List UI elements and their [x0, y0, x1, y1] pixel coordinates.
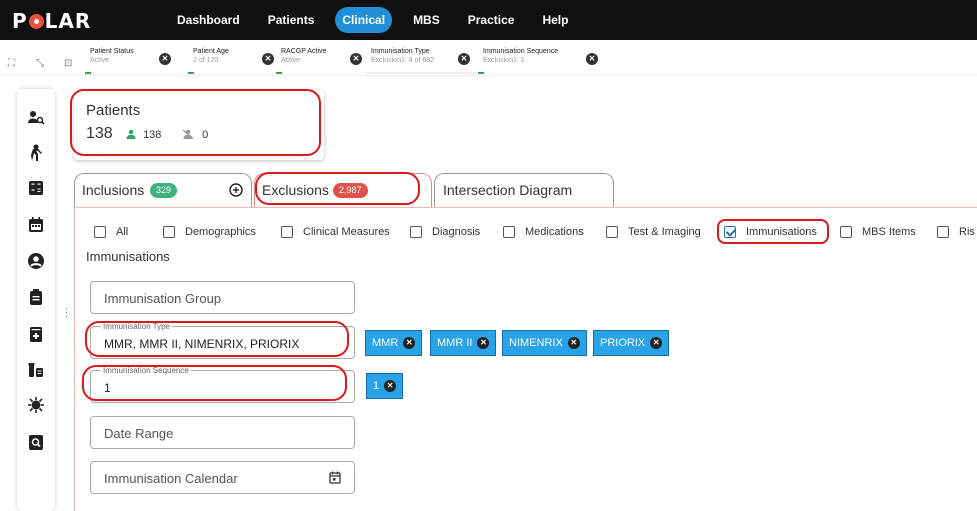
top-navbar: P LAR Dashboard Patients Clinical MBS Pra…	[0, 0, 977, 40]
nav-mbs[interactable]: MBS	[406, 7, 447, 33]
clipboard-icon[interactable]	[27, 288, 45, 306]
checkbox-label: Medications	[525, 226, 584, 238]
checkbox-mbs-items[interactable]: MBS Items	[840, 226, 916, 238]
user-circle-icon[interactable]	[27, 252, 45, 270]
type-tag-mmr[interactable]: MMR ✕	[365, 330, 423, 356]
main-nav: Dashboard Patients Clinical MBS Practice…	[170, 0, 589, 40]
sidebar	[17, 89, 55, 511]
filter-chip-indicator	[188, 72, 194, 74]
sequence-tag-1[interactable]: 1 ✕	[366, 373, 404, 399]
remove-tag-icon[interactable]: ✕	[384, 380, 397, 392]
calculator-icon[interactable]	[27, 179, 45, 197]
tag-label: MMR II	[437, 337, 473, 349]
add-circle-icon[interactable]	[229, 183, 243, 197]
type-tag-nimenrix[interactable]: NIMENRIX ✕	[502, 330, 587, 356]
checkbox[interactable]	[840, 226, 852, 238]
remove-tag-icon[interactable]: ✕	[567, 337, 580, 349]
remove-filter-icon[interactable]: ✕	[159, 53, 171, 65]
annotation-highlight	[82, 365, 347, 401]
remove-filter-icon[interactable]: ✕	[458, 53, 470, 65]
filter-toggle-icon[interactable]: ⊡	[64, 58, 76, 70]
checkbox[interactable]	[606, 226, 618, 238]
tab-label: Inclusions	[82, 182, 145, 198]
remove-filter-icon[interactable]: ✕	[586, 53, 598, 65]
resize-handle[interactable]: · · ·	[65, 304, 68, 322]
tag-label: NIMENRIX	[509, 337, 563, 349]
category-checkbox-row: All Demographics Clinical Measures Diagn…	[94, 226, 977, 242]
checkbox[interactable]	[94, 226, 106, 238]
remove-tag-icon[interactable]: ✕	[650, 337, 663, 349]
filter-chip-immunisation-sequence[interactable]: Immunisation Sequence Exclusion1: 1 ✕	[478, 44, 608, 74]
nav-dashboard[interactable]: Dashboard	[170, 7, 247, 33]
checkbox-test-imaging[interactable]: Test & Imaging	[606, 226, 701, 238]
filter-chip-immunisation-type[interactable]: Immunisation Type Exclusion1: 4 of 682 ✕	[366, 44, 476, 74]
checkbox-all[interactable]: All	[94, 226, 128, 238]
field-placeholder: Immunisation Calendar	[104, 471, 238, 486]
inclusions-count-badge: 329	[150, 183, 178, 198]
patient-walking-icon[interactable]	[27, 144, 45, 162]
tab-intersection-diagram[interactable]: Intersection Diagram	[434, 173, 614, 208]
immunisation-group-field[interactable]: Immunisation Group	[90, 281, 355, 314]
filter-chip-patient-status[interactable]: Patient Status Active ✕	[85, 44, 177, 74]
checkbox-demographics[interactable]: Demographics	[163, 226, 256, 238]
virus-icon[interactable]	[27, 396, 45, 414]
nav-practice[interactable]: Practice	[461, 7, 522, 33]
field-placeholder: Date Range	[104, 426, 174, 441]
section-title: Immunisations	[86, 249, 170, 264]
remove-filter-icon[interactable]: ✕	[350, 53, 362, 65]
annotation-highlight	[85, 321, 349, 357]
checkbox-diagnosis[interactable]: Diagnosis	[410, 226, 480, 238]
annotation-highlight	[70, 89, 321, 156]
checkbox-risk[interactable]: Ris	[937, 226, 975, 238]
tag-label: PRIORIX	[600, 337, 646, 349]
immunisation-calendar-field[interactable]: Immunisation Calendar	[90, 461, 355, 494]
tab-label: Intersection Diagram	[443, 182, 573, 198]
type-tag-mmr-ii[interactable]: MMR II ✕	[430, 330, 497, 356]
checkbox[interactable]	[410, 226, 422, 238]
expand-icon[interactable]: ⛶	[8, 58, 20, 70]
tag-label: 1	[373, 380, 380, 392]
checkbox-label: Test & Imaging	[628, 226, 701, 238]
remove-filter-icon[interactable]: ✕	[262, 53, 274, 65]
checkbox-clinical-measures[interactable]: Clinical Measures	[281, 226, 390, 238]
checkbox[interactable]	[163, 226, 175, 238]
patient-search-icon[interactable]	[27, 109, 45, 127]
date-range-field[interactable]: Date Range	[90, 416, 355, 449]
filter-chip-indicator	[276, 72, 282, 74]
checkbox-label: All	[116, 226, 129, 238]
annotation-highlight	[255, 172, 420, 205]
medical-report-icon[interactable]	[27, 325, 45, 343]
checkbox-label: Ris	[959, 226, 975, 238]
filter-chip-indicator	[478, 72, 484, 74]
checkbox[interactable]	[937, 226, 949, 238]
filter-chip-patient-age[interactable]: Patient Age 2 of 120 ✕	[188, 44, 280, 74]
annotation-highlight	[717, 219, 829, 244]
search-document-icon[interactable]	[27, 433, 45, 451]
checkbox-label: Diagnosis	[432, 226, 481, 238]
filter-chip-racgp-active[interactable]: RACGP Active Active ✕	[276, 44, 368, 74]
checkbox[interactable]	[503, 226, 515, 238]
type-tag-priorix[interactable]: PRIORIX ✕	[593, 330, 670, 356]
tag-label: MMR	[372, 337, 399, 349]
pills-icon[interactable]	[27, 361, 45, 379]
remove-tag-icon[interactable]: ✕	[403, 337, 416, 349]
filter-chip-indicator	[85, 72, 91, 74]
field-placeholder: Immunisation Group	[104, 291, 222, 306]
checkbox-label: Clinical Measures	[303, 226, 390, 238]
tab-inclusions[interactable]: Inclusions 329	[74, 173, 252, 208]
nav-clinical[interactable]: Clinical	[335, 7, 393, 33]
filter-chip-indicator	[366, 72, 476, 74]
nav-help[interactable]: Help	[535, 7, 575, 33]
remove-tag-icon[interactable]: ✕	[477, 337, 490, 349]
calendar-icon[interactable]	[329, 471, 341, 484]
checkbox-label: MBS Items	[862, 226, 916, 238]
nav-patients[interactable]: Patients	[261, 7, 322, 33]
collapse-icon[interactable]: ⤡	[36, 58, 48, 70]
polar-logo[interactable]: P LAR	[12, 9, 91, 33]
checkbox-label: Demographics	[185, 226, 256, 238]
checkbox-medications[interactable]: Medications	[503, 226, 584, 238]
checkbox[interactable]	[281, 226, 293, 238]
calendar-icon[interactable]	[27, 216, 45, 234]
filter-bar: ⛶ ⤡ ⊡ Patient Status Active ✕ Patient Ag…	[0, 40, 977, 76]
